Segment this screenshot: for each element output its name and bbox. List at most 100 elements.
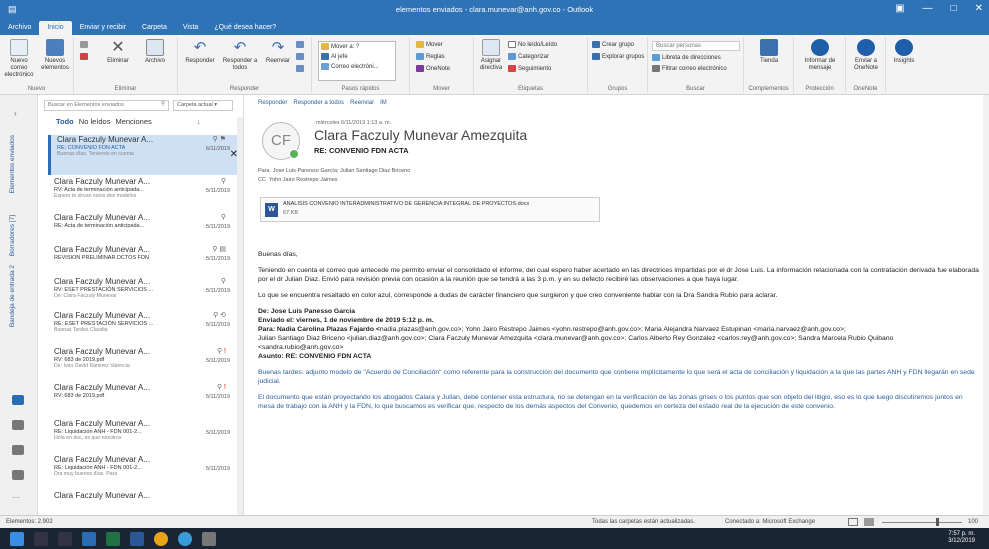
chrome-icon[interactable] bbox=[154, 531, 168, 546]
tab-inicio[interactable]: Inicio bbox=[39, 21, 72, 35]
report-message-button[interactable]: Informar de mensaje bbox=[798, 39, 842, 72]
onenote-move-button[interactable]: OneNote bbox=[416, 65, 450, 72]
calendar-icon[interactable] bbox=[12, 420, 24, 430]
folder-drafts[interactable]: Borradores [7] bbox=[9, 215, 16, 256]
move-button[interactable]: Mover bbox=[416, 41, 443, 48]
new-group-button[interactable]: Crear grupo bbox=[592, 41, 634, 48]
outlook-icon[interactable] bbox=[82, 531, 96, 546]
list-item[interactable]: Clara Faczuly Munevar A... REVISION PREL… bbox=[48, 245, 238, 275]
excel-icon[interactable] bbox=[106, 531, 120, 546]
insights-button[interactable]: Insights bbox=[888, 39, 920, 65]
word-icon[interactable] bbox=[130, 531, 144, 546]
filter-all[interactable]: Todo bbox=[56, 117, 74, 126]
rules-button[interactable]: Reglas bbox=[416, 53, 445, 60]
task-view-icon[interactable] bbox=[58, 531, 72, 546]
new-items-button[interactable]: Nuevos elementos bbox=[38, 39, 72, 72]
delete-button[interactable]: ✕ Eliminar bbox=[100, 39, 136, 65]
send-onenote-button[interactable]: Enviar a OneNote bbox=[848, 39, 884, 72]
cc-recipients[interactable]: Yohn Jairo Restrepo Jaimes bbox=[269, 177, 338, 183]
list-item[interactable]: Clara Faczuly Munevar A... RE: Liquidaci… bbox=[48, 419, 238, 451]
sender-name[interactable]: Clara Faczuly Munevar Amezquita bbox=[314, 127, 527, 143]
list-item[interactable]: Clara Faczuly Munevar A... RE: Liquidaci… bbox=[48, 455, 238, 487]
list-item[interactable]: Clara Faczuly Munevar A... RV: 683 de 20… bbox=[48, 347, 238, 379]
tab-carpeta[interactable]: Carpeta bbox=[134, 21, 175, 35]
reply-button[interactable]: ↶ Responder bbox=[182, 39, 218, 65]
close-button[interactable]: ✕ bbox=[975, 3, 983, 14]
list-item[interactable]: Clara Faczuly Munevar A... bbox=[48, 491, 238, 511]
zoom-slider[interactable] bbox=[882, 522, 962, 523]
reading-view-icon[interactable] bbox=[864, 518, 874, 526]
to-recipients[interactable]: Jose Luis Panesso García; Julian Santiag… bbox=[273, 168, 411, 174]
filter-unread[interactable]: No leídos bbox=[79, 117, 111, 126]
group-label: Complementos bbox=[748, 86, 789, 92]
list-item[interactable]: Clara Faczuly Munevar A... RE: Acta de t… bbox=[48, 213, 238, 243]
im-link[interactable]: IM bbox=[380, 100, 387, 106]
fw-to-line1[interactable]: nadia.plazas@anh.gov.co>; Yohn Jairo Res… bbox=[380, 326, 846, 333]
quick-step-move[interactable]: Mover a: ? bbox=[321, 43, 393, 50]
app-icon[interactable] bbox=[202, 531, 216, 546]
attachment-card[interactable]: W ANALISIS CONVENIO INTERADMINISTRATIVO … bbox=[260, 197, 600, 222]
reply-link[interactable]: Responder bbox=[258, 100, 287, 106]
reply-all-link[interactable]: Responder a todos bbox=[293, 100, 344, 106]
connection-status[interactable]: Conectado a: Microsoft Exchange bbox=[725, 519, 815, 525]
list-item[interactable]: Clara Faczuly Munevar A... RE: ESET PRES… bbox=[48, 311, 238, 343]
reading-scrollbar[interactable] bbox=[983, 95, 989, 515]
group-complementos: Tienda Complementos bbox=[744, 37, 794, 93]
tab-vista[interactable]: Vista bbox=[175, 21, 206, 35]
ignore-button[interactable] bbox=[80, 41, 88, 48]
normal-view-icon[interactable] bbox=[848, 518, 858, 526]
search-people-input[interactable]: Buscar personas bbox=[652, 41, 740, 51]
assign-policy-button[interactable]: Asignar directiva bbox=[476, 39, 506, 72]
search-input[interactable]: Buscar en Elementos enviados ⚲ bbox=[44, 100, 169, 111]
browse-groups-button[interactable]: Explorar grupos bbox=[592, 53, 644, 60]
minimize-button[interactable]: — bbox=[923, 3, 933, 14]
people-icon[interactable] bbox=[12, 445, 24, 455]
skype-icon[interactable] bbox=[178, 531, 192, 546]
unread-read-button[interactable]: No leído/Leído bbox=[508, 41, 557, 48]
mail-icon[interactable] bbox=[12, 395, 24, 405]
clock[interactable]: 7:57 p. m. 3/12/2019 bbox=[948, 531, 975, 545]
expand-pane-icon[interactable]: › bbox=[14, 109, 17, 118]
search-icon[interactable] bbox=[34, 531, 48, 546]
tasks-icon[interactable] bbox=[12, 470, 24, 480]
meeting-button[interactable] bbox=[296, 41, 304, 48]
store-button[interactable]: Tienda bbox=[748, 39, 790, 65]
list-item[interactable]: Clara Faczuly Munevar A... RV: ESET PRES… bbox=[48, 277, 238, 309]
zoom-thumb[interactable] bbox=[936, 518, 939, 526]
sort-icon[interactable]: ↓ bbox=[197, 117, 201, 126]
maximize-button[interactable]: □ bbox=[951, 3, 957, 14]
forward-button[interactable]: ↷ Reenviar bbox=[262, 39, 294, 65]
forward-link[interactable]: Reenviar bbox=[350, 100, 374, 106]
address-book-button[interactable]: Libreta de direcciones bbox=[652, 54, 721, 61]
fw-to-rest[interactable]: Julian Santiago Diaz Briceno <julian.dia… bbox=[258, 334, 980, 352]
tab-enviar-recibir[interactable]: Enviar y recibir bbox=[72, 21, 134, 35]
folder-inbox[interactable]: Bandeja de entrada 2 bbox=[9, 265, 16, 327]
start-icon[interactable] bbox=[10, 531, 24, 546]
list-item[interactable]: Clara Faczuly Munevar A... RE: CONVENIO … bbox=[48, 135, 238, 175]
categorize-button[interactable]: Categorizar bbox=[508, 53, 549, 60]
new-mail-button[interactable]: Nuevo correo electrónico bbox=[2, 39, 36, 79]
ribbon-display-icon[interactable]: ▣ bbox=[895, 3, 904, 14]
archive-button[interactable]: Archivo bbox=[138, 39, 172, 65]
fw-subject: Asunto: RE: CONVENIO FDN ACTA bbox=[258, 353, 372, 360]
list-scrollbar[interactable] bbox=[237, 117, 243, 515]
reply-all-button[interactable]: ↶ Responder a todos bbox=[220, 39, 260, 72]
filter-email-button[interactable]: Filtrar correo electrónico bbox=[652, 65, 727, 72]
list-item[interactable]: Clara Faczuly Munevar A... RV: 683 de 20… bbox=[48, 383, 238, 415]
folder-sent[interactable]: Elementos enviados bbox=[9, 135, 16, 194]
rules-icon bbox=[416, 53, 424, 60]
tell-me-box[interactable]: ¿Qué desea hacer? bbox=[206, 21, 284, 35]
list-item[interactable]: Clara Faczuly Munevar A... RV: Acta de t… bbox=[48, 177, 238, 211]
quick-steps-gallery[interactable]: Mover a: ? Al jefe Correo electróni... bbox=[318, 41, 396, 81]
im-button[interactable] bbox=[296, 53, 304, 60]
quick-step-boss[interactable]: Al jefe bbox=[321, 53, 393, 60]
quick-step-email[interactable]: Correo electróni... bbox=[321, 63, 393, 70]
cleanup-button[interactable] bbox=[80, 53, 88, 60]
followup-button[interactable]: Seguimiento bbox=[508, 65, 551, 72]
tab-archivo[interactable]: Archivo bbox=[0, 21, 39, 35]
more-apps-icon[interactable]: ··· bbox=[12, 493, 20, 502]
onenote-icon bbox=[857, 39, 875, 56]
filter-mentions[interactable]: Menciones bbox=[115, 117, 151, 126]
more-respond-button[interactable] bbox=[296, 65, 304, 72]
search-scope-select[interactable]: Carpeta actual ▾ bbox=[173, 100, 233, 111]
